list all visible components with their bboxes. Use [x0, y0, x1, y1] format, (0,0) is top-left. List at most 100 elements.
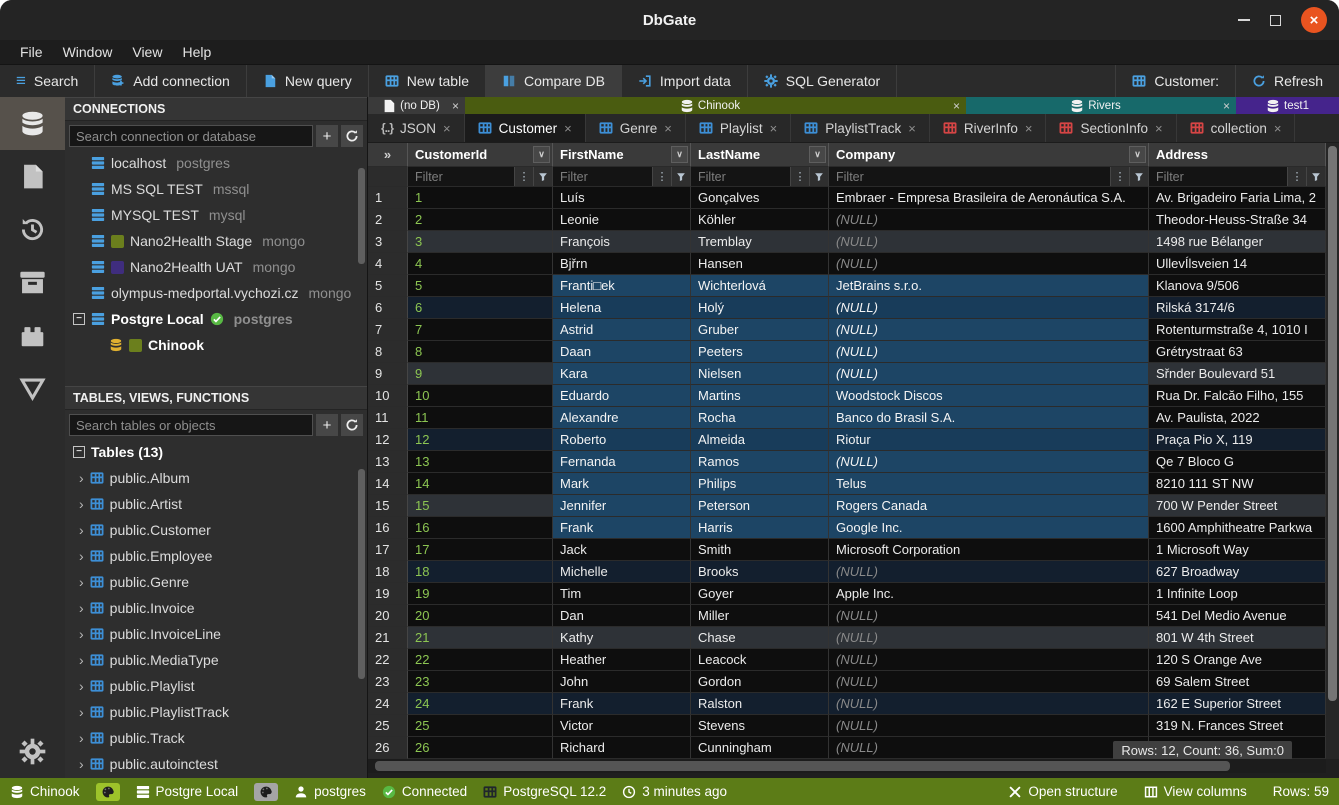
- grid-cell[interactable]: 13: [408, 451, 553, 473]
- db-group-Chinook[interactable]: Chinook: [465, 97, 966, 114]
- toolbar-new-table-button[interactable]: New table: [369, 65, 486, 97]
- grid-cell[interactable]: Astrid: [553, 319, 691, 341]
- table-item[interactable]: public.Genre: [65, 569, 367, 595]
- connection-color-chip[interactable]: [96, 783, 120, 801]
- grid-cell[interactable]: Rilská 3174/6: [1149, 297, 1326, 319]
- close-icon[interactable]: [1274, 121, 1282, 136]
- grid-cell[interactable]: Eduardo: [553, 385, 691, 407]
- connection-item[interactable]: Nano2Health UATmongo: [65, 254, 367, 280]
- grid-cell[interactable]: Stevens: [691, 715, 829, 737]
- grid-cell[interactable]: Kara: [553, 363, 691, 385]
- grid-cell[interactable]: (NULL): [829, 671, 1149, 693]
- chevron-right-icon[interactable]: [79, 704, 84, 720]
- close-icon[interactable]: [1223, 99, 1230, 113]
- toolbar-search-button[interactable]: Search: [0, 65, 95, 97]
- row-number[interactable]: 11: [368, 407, 408, 429]
- chevron-down-icon[interactable]: [809, 146, 826, 163]
- close-icon[interactable]: [1025, 121, 1033, 136]
- rail-plugins[interactable]: [0, 309, 65, 362]
- table-item[interactable]: public.MediaType: [65, 647, 367, 673]
- tables-group[interactable]: Tables (13): [65, 439, 367, 465]
- row-number[interactable]: 5: [368, 275, 408, 297]
- grid-cell[interactable]: 16: [408, 517, 553, 539]
- collapse-icon[interactable]: [73, 446, 85, 458]
- grid-cell[interactable]: Bjřrn: [553, 253, 691, 275]
- close-icon[interactable]: [908, 121, 916, 136]
- grid-cell[interactable]: Goyer: [691, 583, 829, 605]
- chevron-down-icon[interactable]: [533, 146, 550, 163]
- grid-cell[interactable]: Rua Dr. Falcăo Filho, 155: [1149, 385, 1326, 407]
- grid-cell[interactable]: Franti□ek: [553, 275, 691, 297]
- add-connection-icon-button[interactable]: [316, 125, 338, 147]
- status-rows-59[interactable]: Rows: 59: [1273, 784, 1329, 799]
- grid-cell[interactable]: (NULL): [829, 451, 1149, 473]
- row-number[interactable]: 4: [368, 253, 408, 275]
- row-number[interactable]: 12: [368, 429, 408, 451]
- grid-cell[interactable]: 18: [408, 561, 553, 583]
- table-item[interactable]: public.Invoice: [65, 595, 367, 621]
- grid-cell[interactable]: Richard: [553, 737, 691, 759]
- tables-refresh-button[interactable]: [341, 414, 363, 436]
- grid-cell[interactable]: 11: [408, 407, 553, 429]
- connection-item[interactable]: MS SQL TESTmssql: [65, 176, 367, 202]
- grid-cell[interactable]: (NULL): [829, 253, 1149, 275]
- tables-scrollbar[interactable]: [358, 469, 365, 679]
- status-postgresql-12-2[interactable]: PostgreSQL 12.2: [483, 784, 606, 799]
- grid-cell[interactable]: (NULL): [829, 231, 1149, 253]
- filter-cell-address[interactable]: Filter: [1149, 167, 1326, 187]
- grid-cell[interactable]: Qe 7 Bloco G: [1149, 451, 1326, 473]
- row-number[interactable]: 14: [368, 473, 408, 495]
- row-number[interactable]: 26: [368, 737, 408, 759]
- grid-cell[interactable]: Klanova 9/506: [1149, 275, 1326, 297]
- tab-riverinfo[interactable]: RiverInfo: [930, 114, 1047, 142]
- menu-help[interactable]: Help: [172, 42, 221, 62]
- grid-cell[interactable]: Gruber: [691, 319, 829, 341]
- status-postgre-local[interactable]: Postgre Local: [136, 784, 239, 799]
- chevron-right-icon[interactable]: [79, 678, 84, 694]
- tab-collection[interactable]: collection: [1177, 114, 1296, 142]
- column-header-customerid[interactable]: CustomerId: [408, 143, 553, 167]
- grid-cell[interactable]: Leonie: [553, 209, 691, 231]
- grid-cell[interactable]: Gordon: [691, 671, 829, 693]
- grid-cell[interactable]: Jack: [553, 539, 691, 561]
- grid-cell[interactable]: Cunningham: [691, 737, 829, 759]
- grid-cell[interactable]: (NULL): [829, 715, 1149, 737]
- grid-cell[interactable]: 23: [408, 671, 553, 693]
- toolbar-refresh-button[interactable]: Refresh: [1235, 65, 1339, 97]
- status-3-minutes-ago[interactable]: 3 minutes ago: [622, 784, 727, 799]
- chevron-right-icon[interactable]: [79, 600, 84, 616]
- grid-cell[interactable]: Banco do Brasil S.A.: [829, 407, 1149, 429]
- row-number[interactable]: 21: [368, 627, 408, 649]
- rail-connections[interactable]: [0, 97, 65, 150]
- grid-cell[interactable]: Smith: [691, 539, 829, 561]
- grid-cell[interactable]: 25: [408, 715, 553, 737]
- grid-cell[interactable]: UllevÍlsveien 14: [1149, 253, 1326, 275]
- connection-item[interactable]: MYSQL TESTmysql: [65, 202, 367, 228]
- grid-cell[interactable]: 1 Infinite Loop: [1149, 583, 1326, 605]
- filter-cell-lastname[interactable]: Filter: [691, 167, 829, 187]
- grid-cell[interactable]: Harris: [691, 517, 829, 539]
- grid-cell[interactable]: Roberto: [553, 429, 691, 451]
- close-icon[interactable]: [1155, 121, 1163, 136]
- funnel-icon[interactable]: [809, 167, 828, 186]
- close-icon[interactable]: [953, 99, 960, 113]
- grid-cell[interactable]: JetBrains s.r.o.: [829, 275, 1149, 297]
- grid-cell[interactable]: Kathy: [553, 627, 691, 649]
- grid-cell[interactable]: Peeters: [691, 341, 829, 363]
- row-number[interactable]: 18: [368, 561, 408, 583]
- filter-menu-icon[interactable]: [652, 167, 671, 186]
- maximize-button[interactable]: [1270, 15, 1281, 26]
- grid-cell[interactable]: 12: [408, 429, 553, 451]
- grid-cell[interactable]: Rogers Canada: [829, 495, 1149, 517]
- status-color-chip[interactable]: [96, 783, 120, 801]
- grid-cell[interactable]: Av. Brigadeiro Faria Lima, 2: [1149, 187, 1326, 209]
- grid-cell[interactable]: Telus: [829, 473, 1149, 495]
- table-item[interactable]: public.autoinctest: [65, 751, 367, 777]
- db-group-Rivers[interactable]: Rivers: [966, 97, 1236, 114]
- rail-cell-data[interactable]: [0, 362, 65, 415]
- grid-cell[interactable]: Praça Pio X, 119: [1149, 429, 1326, 451]
- grid-cell[interactable]: 26: [408, 737, 553, 759]
- row-number[interactable]: 16: [368, 517, 408, 539]
- tab-sectioninfo[interactable]: SectionInfo: [1046, 114, 1176, 142]
- grid-cell[interactable]: 319 N. Frances Street: [1149, 715, 1326, 737]
